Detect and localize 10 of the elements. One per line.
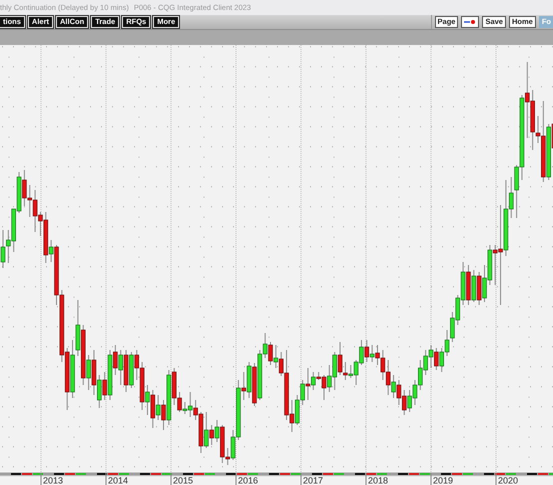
year-label: 2015 [173, 476, 194, 485]
year-label: 2013 [43, 476, 64, 485]
year-label: 2019 [433, 476, 454, 485]
toolbar-button[interactable] [461, 16, 480, 28]
year-label: 2017 [303, 476, 324, 485]
year-label: 2020 [498, 476, 518, 485]
year-label: 2018 [368, 476, 388, 485]
line-dot-icon [464, 19, 476, 25]
year-label: 2014 [108, 476, 128, 485]
year-label: 2016 [238, 476, 258, 485]
